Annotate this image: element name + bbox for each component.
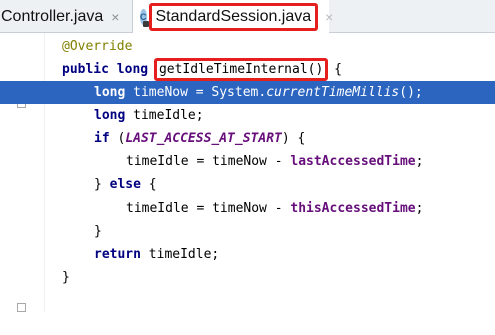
highlighted-method-name: getIdleTimeInternal(): [153, 58, 329, 81]
close-brace: }: [62, 270, 70, 285]
code-editor[interactable]: @Override public long getIdleTimeInterna…: [0, 33, 495, 312]
editor-tab-bar: Controller.java × C StandardSession.java…: [0, 0, 495, 33]
code-line-signature: public long getIdleTimeInternal() {: [0, 58, 495, 81]
keyword-if: if: [94, 131, 110, 146]
keyword-long: long: [94, 85, 126, 100]
if-close: ) {: [281, 131, 306, 146]
code-line-if: if (LAST_ACCESS_AT_START) {: [0, 127, 495, 150]
close-brace: }: [94, 177, 110, 192]
close-brace: }: [94, 224, 102, 239]
code-line: timeIdle = timeNow - thisAccessedTime;: [0, 197, 495, 220]
tab-standard-session-java[interactable]: C StandardSession.java ×: [133, 0, 333, 33]
code-line: }: [0, 266, 495, 289]
code-line-current: long timeNow = System.currentTimeMillis(…: [0, 81, 495, 104]
code-line: }: [0, 220, 495, 243]
keyword-return: return: [94, 247, 141, 262]
java-badge-icon: [142, 20, 149, 27]
assign-text: timeIdle = timeNow -: [126, 154, 291, 169]
field-name: lastAccessedTime: [290, 154, 416, 169]
close-icon[interactable]: ×: [325, 9, 333, 25]
constant-name: LAST_ACCESS_AT_START: [125, 131, 282, 146]
code-line-annotation: @Override: [0, 35, 495, 58]
keyword-else: else: [109, 177, 141, 192]
if-open: (: [109, 131, 126, 146]
statement-end: ;: [415, 201, 424, 216]
code-line-else: } else {: [0, 173, 495, 196]
method-call: currentTimeMillis: [266, 85, 400, 100]
class-icon: C: [140, 8, 149, 27]
decl-text: timeNow = System.: [125, 85, 267, 100]
code-line: timeIdle = timeNow - lastAccessedTime;: [0, 150, 495, 173]
code-line: long timeIdle;: [0, 104, 495, 127]
annotation-text: @Override: [62, 39, 133, 54]
keyword-long: long: [94, 108, 126, 123]
signature-brace: {: [326, 62, 342, 77]
decl-end: ();: [399, 85, 423, 100]
decl-text: timeIdle;: [125, 108, 204, 123]
code-line-return: return timeIdle;: [0, 243, 495, 266]
keyword-long: long: [116, 62, 149, 77]
assign-text: timeIdle = timeNow -: [126, 201, 291, 216]
open-brace: {: [140, 177, 157, 192]
fold-end-icon[interactable]: [17, 303, 26, 312]
keyword-public: public: [62, 62, 109, 77]
return-text: timeIdle;: [140, 247, 220, 262]
field-name: thisAccessedTime: [290, 201, 416, 216]
close-icon[interactable]: ×: [111, 9, 119, 25]
tab-controller-java[interactable]: Controller.java ×: [0, 0, 133, 33]
statement-end: ;: [415, 154, 424, 169]
tab-label: Controller.java: [1, 7, 104, 25]
highlighted-tab-label-box: StandardSession.java: [148, 2, 319, 31]
tab-label: StandardSession.java: [155, 7, 312, 25]
